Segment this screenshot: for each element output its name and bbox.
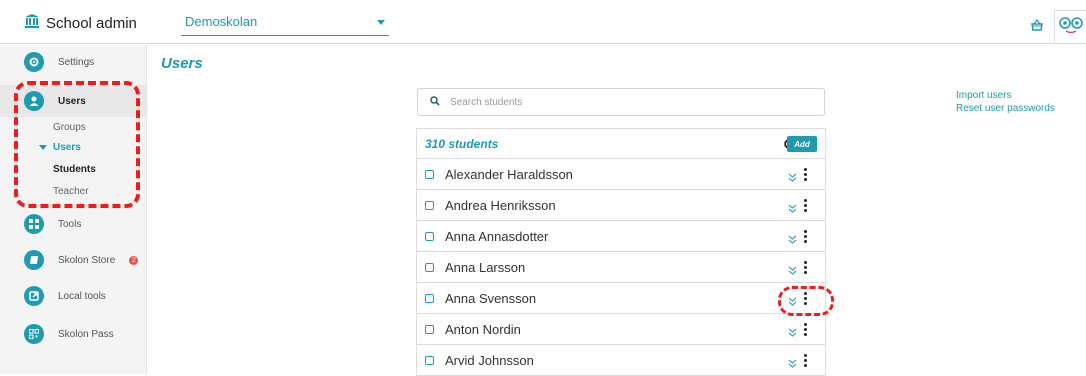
school-building-icon [24, 13, 40, 34]
double-chevron-down-icon[interactable] [788, 355, 797, 373]
more-options-icon[interactable] [804, 261, 807, 274]
annotation-highlight [14, 81, 140, 208]
annotation-highlight [778, 286, 834, 316]
row-checkbox[interactable] [425, 324, 434, 334]
row-checkbox[interactable] [425, 231, 434, 241]
student-count: 310 students [425, 136, 499, 151]
sidebar-item-tools[interactable]: Tools [0, 209, 147, 239]
row-checkbox[interactable] [425, 262, 434, 272]
more-options-icon[interactable] [804, 199, 807, 212]
notification-badge: 2 [129, 255, 139, 265]
more-options-icon[interactable] [804, 323, 807, 336]
table-row[interactable]: Andrea Henriksson [417, 190, 825, 221]
double-chevron-down-icon[interactable] [788, 324, 797, 342]
sidebar-item-label: Settings [58, 56, 95, 68]
double-chevron-down-icon[interactable] [788, 169, 797, 187]
more-options-icon[interactable] [804, 230, 807, 243]
sidebar-item-label: Tools [58, 218, 82, 230]
search-box[interactable] [417, 88, 825, 116]
search-input[interactable] [450, 96, 810, 108]
import-users-link[interactable]: Import users [956, 89, 1055, 102]
row-checkbox[interactable] [425, 169, 434, 179]
gear-icon [24, 52, 44, 72]
app-title: School admin [46, 15, 137, 32]
student-name: Anna Svensson [445, 290, 537, 306]
more-options-icon[interactable] [804, 354, 807, 367]
table-row[interactable]: Anton Nordin [417, 314, 825, 345]
more-options-icon[interactable] [804, 168, 807, 181]
table-row[interactable]: Anna Svensson [417, 283, 825, 314]
sidebar-item-label: Local tools [58, 290, 106, 302]
sidebar-item-label: Skolon Store [58, 254, 116, 266]
grid-icon [24, 214, 44, 234]
external-link-icon [24, 286, 44, 306]
qr-code-icon [24, 324, 44, 344]
sidebar-item-skolon-pass[interactable]: Skolon Pass [0, 319, 147, 349]
sidebar-item-settings[interactable]: Settings [0, 47, 147, 77]
double-chevron-down-icon[interactable] [788, 231, 797, 249]
sidebar-item-skolon-store[interactable]: Skolon Store 2 [0, 245, 147, 275]
student-name: Anton Nordin [445, 321, 521, 337]
sidebar-item-local-tools[interactable]: Local tools [0, 281, 147, 311]
student-name: Alexander Haraldsson [445, 166, 573, 182]
search-icon [430, 93, 440, 111]
sidebar-item-label: Skolon Pass [58, 328, 114, 340]
chevron-down-icon [377, 20, 385, 25]
top-bar: School admin Demoskolan [0, 0, 1086, 44]
avatar-face-icon [1058, 16, 1084, 39]
page-title: Users [161, 55, 203, 72]
table-row[interactable]: Alexander Haraldsson [417, 159, 825, 190]
school-select[interactable]: Demoskolan [181, 10, 389, 36]
student-name: Arvid Johnsson [445, 352, 534, 368]
list-header: 310 students Add [417, 129, 825, 159]
table-row[interactable]: Arvid Johnsson [417, 345, 825, 376]
student-name: Andrea Henriksson [445, 197, 556, 213]
reset-passwords-link[interactable]: Reset user passwords [956, 102, 1055, 115]
student-name: Anna Larsson [445, 259, 526, 275]
double-chevron-down-icon[interactable] [788, 262, 797, 280]
table-row[interactable]: Anna Annasdotter [417, 221, 825, 252]
students-list: 310 students Add Alexander Haraldsson And… [416, 128, 826, 376]
brand[interactable]: School admin [24, 13, 137, 34]
student-name: Anna Annasdotter [445, 228, 549, 244]
book-icon [24, 250, 44, 270]
add-button[interactable]: Add [787, 136, 817, 152]
row-checkbox[interactable] [425, 293, 434, 303]
table-row[interactable]: Anna Larsson [417, 252, 825, 283]
row-checkbox[interactable] [425, 355, 434, 365]
double-chevron-down-icon[interactable] [788, 200, 797, 218]
basket-icon[interactable] [1030, 18, 1044, 37]
school-select-value: Demoskolan [185, 14, 258, 29]
row-checkbox[interactable] [425, 200, 434, 210]
user-actions-links: Import users Reset user passwords [956, 89, 1055, 115]
profile-avatar-button[interactable] [1054, 10, 1086, 44]
